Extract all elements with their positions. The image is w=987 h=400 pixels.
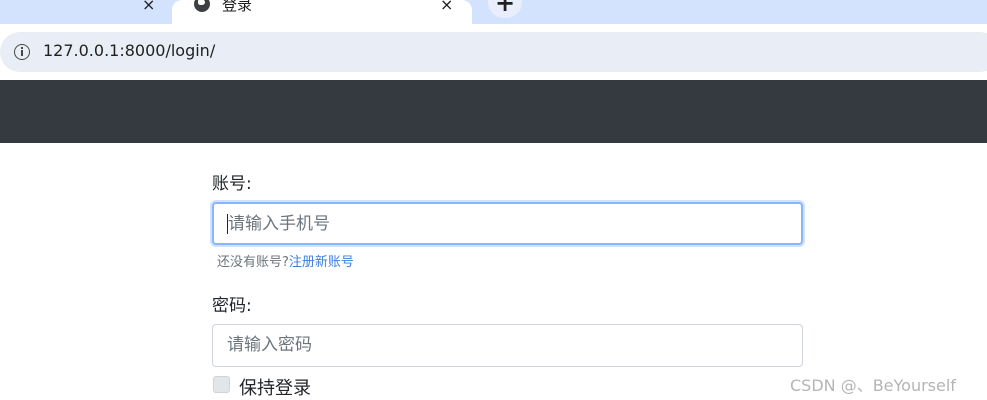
password-label: 密码:: [212, 296, 252, 316]
password-input[interactable]: 请输入密码: [212, 324, 803, 367]
address-bar[interactable]: 127.0.0.1:8000/login/: [0, 32, 987, 72]
globe-icon: [194, 0, 210, 12]
tab-title: 登录: [222, 0, 253, 14]
remember-label[interactable]: 保持登录: [239, 374, 311, 400]
url-text[interactable]: 127.0.0.1:8000/login/: [43, 41, 215, 60]
new-tab-button[interactable]: +: [488, 0, 522, 18]
account-label: 账号:: [212, 174, 252, 194]
info-icon[interactable]: [14, 44, 30, 60]
site-navbar: [0, 80, 987, 143]
browser-toolbar: 127.0.0.1:8000/login/: [0, 24, 987, 80]
tab-strip: × 登录 × +: [0, 0, 987, 30]
register-hint: 还没有账号?注册新账号: [217, 251, 354, 270]
register-link[interactable]: 注册新账号: [289, 255, 354, 270]
hint-text: 还没有账号?: [217, 255, 289, 270]
tab-previous[interactable]: ×: [0, 0, 163, 24]
phone-input[interactable]: 请输入手机号: [212, 202, 803, 245]
watermark: CSDN @、BeYourself: [790, 376, 956, 395]
remember-checkbox[interactable]: [213, 376, 230, 393]
close-icon[interactable]: ×: [142, 0, 155, 14]
close-icon[interactable]: ×: [440, 0, 453, 14]
